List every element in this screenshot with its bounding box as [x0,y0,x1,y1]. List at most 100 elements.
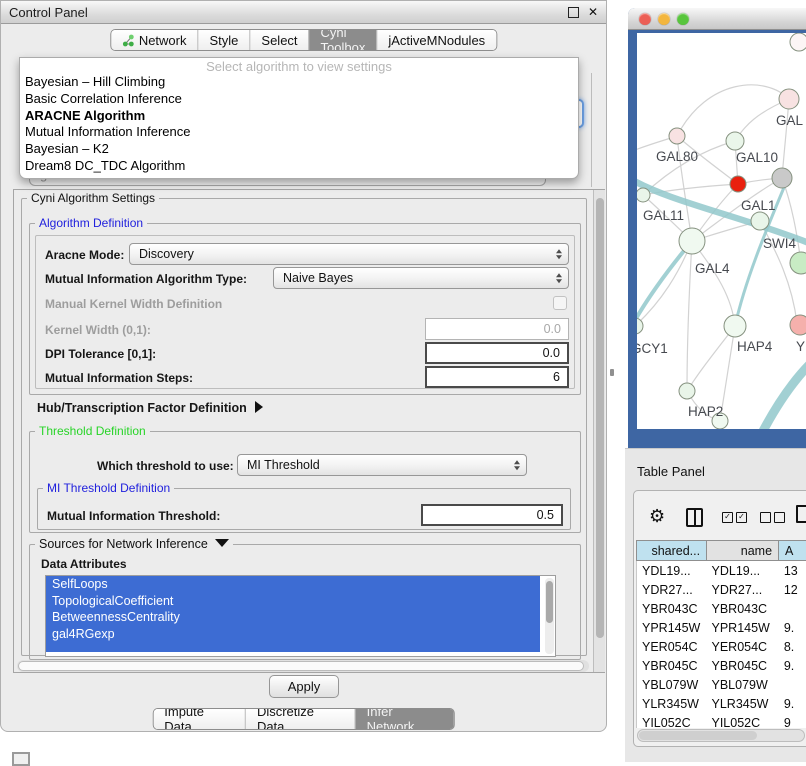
algorithm-menu-item[interactable]: Bayesian – Hill Climbing [20,74,578,91]
page-icon[interactable] [796,505,806,523]
table-row[interactable]: YDR27...YDR27...12 [637,580,806,599]
attribute-list-item-selected[interactable]: BetweennessCentrality [46,609,540,626]
network-node[interactable] [679,228,705,254]
table-cell: YBR045C [707,659,779,673]
algorithm-menu-item[interactable]: Basic Correlation Inference [20,91,578,108]
mi-threshold-field[interactable]: 0.5 [421,504,563,526]
network-node[interactable] [726,132,744,150]
table-cell: 13 [779,564,806,578]
close-window-icon[interactable]: ✕ [588,8,598,17]
table-cell: YDR27... [707,583,779,597]
list-item-clipped[interactable] [46,642,540,652]
network-node[interactable] [669,128,685,144]
column-header-1[interactable]: shared... [637,541,706,560]
network-node[interactable] [724,315,746,337]
table-horizontal-scrollbar[interactable] [637,729,805,742]
network-node[interactable] [637,188,650,202]
table-row[interactable]: YPR145WYPR145W9. [637,618,806,637]
network-node[interactable] [772,168,792,188]
table-row[interactable]: YBL079WYBL079W [637,675,806,694]
algorithm-popup-prompt: Select algorithm to view settings [20,58,578,74]
network-node[interactable] [637,318,643,334]
table-cell: YBR045C [637,659,707,673]
control-panel-titlebar: Control Panel ✕ [1,1,606,24]
network-edge[interactable] [782,99,789,178]
bottom-tab-discretize-data[interactable]: Discretize Data [245,709,355,729]
gear-icon[interactable]: ⚙ [649,507,665,525]
attribute-list-item-selected[interactable]: TopologicalCoefficient [46,593,540,610]
sources-legend[interactable]: Sources for Network Inference [35,537,233,551]
unchecked-columns-icon[interactable] [760,512,785,523]
float-window-icon[interactable] [568,7,579,18]
collapsed-arrow-icon[interactable] [255,401,263,413]
combo-arrows-icon [514,460,520,470]
node-table: shared...nameA YDL19...YDL19...13YDR27..… [636,540,806,728]
network-canvas[interactable]: GALGAL80GAL10GAL1GAL11SWI4GAL4GCY1HAP4YH… [637,33,806,429]
network-node[interactable] [751,212,769,230]
manual-kernel-checkbox[interactable] [553,296,567,310]
network-node-label: GAL11 [643,208,684,223]
algorithm-menu-item[interactable]: Dream8 DC_TDC Algorithm [20,158,578,175]
column-header-2[interactable]: name [706,541,778,560]
network-edge[interactable] [763,363,806,429]
network-node[interactable] [779,89,799,109]
network-node-label: GCY1 [637,341,668,356]
expanded-arrow-icon[interactable] [215,539,229,547]
minimize-traffic-light-icon[interactable] [658,13,670,25]
attributes-list-scrollbar[interactable] [545,578,554,654]
network-node[interactable] [790,315,806,335]
network-edge[interactable] [677,85,789,136]
network-node[interactable] [790,33,806,51]
tab-style[interactable]: Style [198,30,250,50]
hub-section-label: Hub/Transcription Factor Definition [37,401,247,415]
table-row[interactable]: YDL19...YDL19...13 [637,561,806,580]
attribute-list-item-selected[interactable]: SelfLoops [46,576,540,593]
network-window-titlebar [628,8,806,30]
settings-vertical-scrollbar[interactable] [593,190,605,672]
hidden-groupbox-edge [591,73,592,187]
panel-divider-handle[interactable] [610,369,614,376]
algorithm-menu-item[interactable]: ARACNE Algorithm [20,108,578,125]
network-node-label: GAL80 [656,149,698,164]
mi-steps-field[interactable]: 6 [425,366,569,388]
table-cell: YDL19... [707,564,779,578]
kernel-width-field: 0.0 [425,318,569,340]
table-row[interactable]: YLR345WYLR345W9. [637,694,806,713]
table-cell: 9. [779,659,806,673]
split-columns-icon[interactable] [686,508,703,527]
column-header-3[interactable]: A [778,541,806,560]
dpi-tolerance-field[interactable]: 0.0 [425,342,569,364]
network-node[interactable] [679,383,695,399]
apply-button[interactable]: Apply [269,675,339,698]
network-edge[interactable] [692,241,735,326]
aracne-mode-combo[interactable]: Discovery [129,243,569,265]
settings-horizontal-scrollbar[interactable] [17,660,589,672]
which-threshold-combo[interactable]: MI Threshold [237,454,527,476]
bottom-tab-impute-data[interactable]: Impute Data [153,709,245,729]
tab-network[interactable]: Network [111,30,198,50]
table-row[interactable]: YER054CYER054C8. [637,637,806,656]
tab-cyni-toolbox[interactable]: Cyni Toolbox [309,30,377,50]
bottom-tab-infer-network[interactable]: Infer Network [355,709,454,729]
table-row[interactable]: YBR043CYBR043C [637,599,806,618]
data-attributes-list[interactable]: SelfLoopsTopologicalCoefficientBetweenne… [45,575,556,657]
network-node[interactable] [730,176,746,192]
hub-section-header[interactable]: Hub/Transcription Factor Definition [37,401,263,415]
checked-columns-icon[interactable]: ✓✓ [722,512,747,523]
network-edge[interactable] [637,241,692,331]
network-node[interactable] [790,252,806,274]
network-edge[interactable] [687,326,735,391]
tab-select[interactable]: Select [249,30,308,50]
network-edge[interactable] [687,241,692,391]
close-traffic-light-icon[interactable] [639,13,651,25]
algorithm-menu-item[interactable]: Bayesian – K2 [20,141,578,158]
tab-jactivemnodules[interactable]: jActiveMNodules [376,30,496,50]
dpi-tolerance-value: 0.0 [543,346,560,360]
mi-type-combo[interactable]: Naive Bayes [273,267,569,289]
table-row[interactable]: YIL052CYIL052C9 [637,713,806,728]
table-row[interactable]: YBR045CYBR045C9. [637,656,806,675]
attribute-list-item-selected[interactable]: gal4RGexp [46,626,540,643]
algorithm-menu-item[interactable]: Mutual Information Inference [20,124,578,141]
cyni-algorithm-settings-legend: Cyni Algorithm Settings [27,191,159,205]
zoom-traffic-light-icon[interactable] [677,13,689,25]
